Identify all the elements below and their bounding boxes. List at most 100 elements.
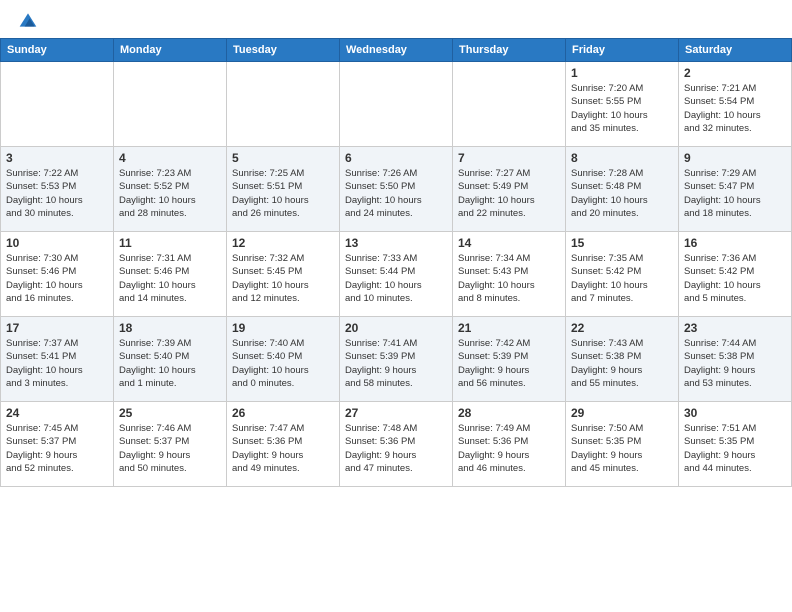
- col-header-sunday: Sunday: [1, 39, 114, 62]
- calendar-cell: [114, 62, 227, 147]
- calendar-cell: 17 Sunrise: 7:37 AM Sunset: 5:41 PM Dayli…: [1, 317, 114, 402]
- day-info: Sunrise: 7:26 AM Sunset: 5:50 PM Dayligh…: [345, 167, 447, 220]
- day-number: 13: [345, 236, 447, 250]
- week-row-2: 3 Sunrise: 7:22 AM Sunset: 5:53 PM Daylig…: [1, 147, 792, 232]
- day-info: Sunrise: 7:45 AM Sunset: 5:37 PM Dayligh…: [6, 422, 108, 475]
- day-number: 20: [345, 321, 447, 335]
- calendar-table: SundayMondayTuesdayWednesdayThursdayFrid…: [0, 38, 792, 487]
- col-header-tuesday: Tuesday: [227, 39, 340, 62]
- day-number: 6: [345, 151, 447, 165]
- calendar-cell: [453, 62, 566, 147]
- day-number: 27: [345, 406, 447, 420]
- calendar-cell: 28Sunrise: 7:49 AM Sunset: 5:36 PM Dayli…: [453, 402, 566, 487]
- day-number: 5: [232, 151, 334, 165]
- day-number: 26: [232, 406, 334, 420]
- calendar-cell: 29Sunrise: 7:50 AM Sunset: 5:35 PM Dayli…: [566, 402, 679, 487]
- calendar-cell: 10 Sunrise: 7:30 AM Sunset: 5:46 PM Dayli…: [1, 232, 114, 317]
- calendar-cell: 18 Sunrise: 7:39 AM Sunset: 5:40 PM Dayli…: [114, 317, 227, 402]
- day-info: Sunrise: 7:42 AM Sunset: 5:39 PM Dayligh…: [458, 337, 560, 390]
- calendar-cell: 27 Sunrise: 7:48 AM Sunset: 5:36 PM Dayli…: [340, 402, 453, 487]
- day-number: 3: [6, 151, 108, 165]
- logo-icon: [18, 10, 38, 30]
- day-info: Sunrise: 7:28 AM Sunset: 5:48 PM Dayligh…: [571, 167, 673, 220]
- day-info: Sunrise: 7:31 AM Sunset: 5:46 PM Dayligh…: [119, 252, 221, 305]
- calendar-cell: 3 Sunrise: 7:22 AM Sunset: 5:53 PM Daylig…: [1, 147, 114, 232]
- day-number: 14: [458, 236, 560, 250]
- day-number: 9: [684, 151, 786, 165]
- week-row-3: 10 Sunrise: 7:30 AM Sunset: 5:46 PM Dayli…: [1, 232, 792, 317]
- day-info: Sunrise: 7:21 AM Sunset: 5:54 PM Dayligh…: [684, 82, 786, 135]
- calendar-cell: 7 Sunrise: 7:27 AM Sunset: 5:49 PM Daylig…: [453, 147, 566, 232]
- day-number: 1: [571, 66, 673, 80]
- calendar-cell: 13 Sunrise: 7:33 AM Sunset: 5:44 PM Dayli…: [340, 232, 453, 317]
- day-info: Sunrise: 7:33 AM Sunset: 5:44 PM Dayligh…: [345, 252, 447, 305]
- day-number: 7: [458, 151, 560, 165]
- calendar-cell: 1 Sunrise: 7:20 AM Sunset: 5:55 PM Daylig…: [566, 62, 679, 147]
- col-header-saturday: Saturday: [679, 39, 792, 62]
- calendar-cell: 2Sunrise: 7:21 AM Sunset: 5:54 PM Daylig…: [679, 62, 792, 147]
- day-info: Sunrise: 7:20 AM Sunset: 5:55 PM Dayligh…: [571, 82, 673, 135]
- day-number: 22: [571, 321, 673, 335]
- day-info: Sunrise: 7:39 AM Sunset: 5:40 PM Dayligh…: [119, 337, 221, 390]
- col-header-wednesday: Wednesday: [340, 39, 453, 62]
- day-number: 29: [571, 406, 673, 420]
- day-info: Sunrise: 7:40 AM Sunset: 5:40 PM Dayligh…: [232, 337, 334, 390]
- day-info: Sunrise: 7:23 AM Sunset: 5:52 PM Dayligh…: [119, 167, 221, 220]
- day-number: 23: [684, 321, 786, 335]
- calendar-cell: 16 Sunrise: 7:36 AM Sunset: 5:42 PM Dayli…: [679, 232, 792, 317]
- day-number: 16: [684, 236, 786, 250]
- calendar-cell: 24Sunrise: 7:45 AM Sunset: 5:37 PM Dayli…: [1, 402, 114, 487]
- calendar-cell: 15Sunrise: 7:35 AM Sunset: 5:42 PM Dayli…: [566, 232, 679, 317]
- week-row-1: 1 Sunrise: 7:20 AM Sunset: 5:55 PM Daylig…: [1, 62, 792, 147]
- day-info: Sunrise: 7:25 AM Sunset: 5:51 PM Dayligh…: [232, 167, 334, 220]
- day-number: 25: [119, 406, 221, 420]
- calendar-cell: 25 Sunrise: 7:46 AM Sunset: 5:37 PM Dayli…: [114, 402, 227, 487]
- calendar-cell: 19Sunrise: 7:40 AM Sunset: 5:40 PM Dayli…: [227, 317, 340, 402]
- calendar-cell: 8 Sunrise: 7:28 AM Sunset: 5:48 PM Daylig…: [566, 147, 679, 232]
- day-info: Sunrise: 7:36 AM Sunset: 5:42 PM Dayligh…: [684, 252, 786, 305]
- day-info: Sunrise: 7:46 AM Sunset: 5:37 PM Dayligh…: [119, 422, 221, 475]
- calendar-cell: 23Sunrise: 7:44 AM Sunset: 5:38 PM Dayli…: [679, 317, 792, 402]
- calendar-cell: 6 Sunrise: 7:26 AM Sunset: 5:50 PM Daylig…: [340, 147, 453, 232]
- day-number: 10: [6, 236, 108, 250]
- day-info: Sunrise: 7:34 AM Sunset: 5:43 PM Dayligh…: [458, 252, 560, 305]
- calendar-cell: 26 Sunrise: 7:47 AM Sunset: 5:36 PM Dayli…: [227, 402, 340, 487]
- day-info: Sunrise: 7:48 AM Sunset: 5:36 PM Dayligh…: [345, 422, 447, 475]
- day-info: Sunrise: 7:29 AM Sunset: 5:47 PM Dayligh…: [684, 167, 786, 220]
- calendar-cell: 5 Sunrise: 7:25 AM Sunset: 5:51 PM Daylig…: [227, 147, 340, 232]
- calendar-cell: [227, 62, 340, 147]
- calendar-cell: 4 Sunrise: 7:23 AM Sunset: 5:52 PM Daylig…: [114, 147, 227, 232]
- page-header: [0, 0, 792, 38]
- day-number: 18: [119, 321, 221, 335]
- calendar-cell: [1, 62, 114, 147]
- calendar-cell: 12Sunrise: 7:32 AM Sunset: 5:45 PM Dayli…: [227, 232, 340, 317]
- day-info: Sunrise: 7:30 AM Sunset: 5:46 PM Dayligh…: [6, 252, 108, 305]
- col-header-monday: Monday: [114, 39, 227, 62]
- day-number: 4: [119, 151, 221, 165]
- day-number: 8: [571, 151, 673, 165]
- calendar-cell: 30 Sunrise: 7:51 AM Sunset: 5:35 PM Dayli…: [679, 402, 792, 487]
- day-info: Sunrise: 7:43 AM Sunset: 5:38 PM Dayligh…: [571, 337, 673, 390]
- calendar-cell: 22 Sunrise: 7:43 AM Sunset: 5:38 PM Dayli…: [566, 317, 679, 402]
- day-info: Sunrise: 7:27 AM Sunset: 5:49 PM Dayligh…: [458, 167, 560, 220]
- calendar-cell: 20Sunrise: 7:41 AM Sunset: 5:39 PM Dayli…: [340, 317, 453, 402]
- day-number: 17: [6, 321, 108, 335]
- week-row-4: 17 Sunrise: 7:37 AM Sunset: 5:41 PM Dayli…: [1, 317, 792, 402]
- calendar-cell: 11 Sunrise: 7:31 AM Sunset: 5:46 PM Dayli…: [114, 232, 227, 317]
- day-number: 30: [684, 406, 786, 420]
- col-header-thursday: Thursday: [453, 39, 566, 62]
- day-number: 15: [571, 236, 673, 250]
- day-info: Sunrise: 7:37 AM Sunset: 5:41 PM Dayligh…: [6, 337, 108, 390]
- logo: [16, 12, 38, 30]
- day-info: Sunrise: 7:22 AM Sunset: 5:53 PM Dayligh…: [6, 167, 108, 220]
- day-number: 11: [119, 236, 221, 250]
- calendar-cell: 14 Sunrise: 7:34 AM Sunset: 5:43 PM Dayli…: [453, 232, 566, 317]
- day-info: Sunrise: 7:51 AM Sunset: 5:35 PM Dayligh…: [684, 422, 786, 475]
- calendar-cell: 9 Sunrise: 7:29 AM Sunset: 5:47 PM Daylig…: [679, 147, 792, 232]
- calendar-header-row: SundayMondayTuesdayWednesdayThursdayFrid…: [1, 39, 792, 62]
- day-info: Sunrise: 7:32 AM Sunset: 5:45 PM Dayligh…: [232, 252, 334, 305]
- day-number: 21: [458, 321, 560, 335]
- week-row-5: 24Sunrise: 7:45 AM Sunset: 5:37 PM Dayli…: [1, 402, 792, 487]
- day-info: Sunrise: 7:47 AM Sunset: 5:36 PM Dayligh…: [232, 422, 334, 475]
- day-info: Sunrise: 7:49 AM Sunset: 5:36 PM Dayligh…: [458, 422, 560, 475]
